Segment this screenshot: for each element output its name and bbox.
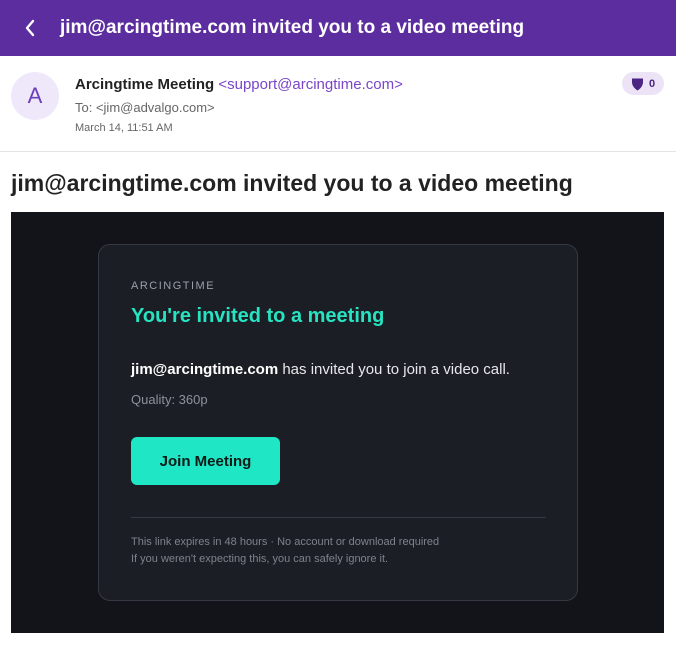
message-header: A Arcingtime Meeting <support@arcingtime…	[0, 56, 676, 152]
invitation-card: ARCINGTIME You're invited to a meeting j…	[98, 244, 578, 601]
ignore-note: If you weren't expecting this, you can s…	[131, 553, 389, 565]
chevron-left-icon	[25, 19, 35, 37]
message-date: March 14, 11:51 AM	[75, 122, 173, 134]
invite-text: jim@arcingtime.com has invited you to jo…	[131, 361, 510, 378]
sender-line: Arcingtime Meeting <support@arcingtime.c…	[75, 76, 403, 93]
email-body: ARCINGTIME You're invited to a meeting j…	[11, 212, 664, 633]
join-meeting-button[interactable]: Join Meeting	[131, 437, 280, 485]
message-subject: jim@arcingtime.com invited you to a vide…	[11, 170, 573, 196]
recipient-line: To: <jim@advalgo.com>	[75, 100, 215, 115]
invite-text-rest: has invited you to join a video call.	[278, 361, 510, 378]
brand-label: ARCINGTIME	[131, 280, 216, 292]
back-button[interactable]	[0, 0, 60, 56]
invite-headline: You're invited to a meeting	[131, 305, 385, 327]
sender-email[interactable]: <support@arcingtime.com>	[218, 76, 402, 93]
expiry-note: This link expires in 48 hours · No accou…	[131, 536, 440, 548]
shield-badge[interactable]: 0	[622, 72, 664, 95]
quality-label: Quality: 360p	[131, 392, 208, 407]
sender-name: Arcingtime Meeting	[75, 76, 215, 93]
topbar-title: jim@arcingtime.com invited you to a vide…	[60, 17, 525, 38]
shield-count: 0	[648, 77, 656, 90]
top-bar: jim@arcingtime.com invited you to a vide…	[0, 0, 676, 56]
divider	[131, 517, 546, 518]
shield-icon	[631, 78, 643, 90]
inviter-email: jim@arcingtime.com	[131, 361, 279, 378]
avatar: A	[11, 72, 59, 120]
